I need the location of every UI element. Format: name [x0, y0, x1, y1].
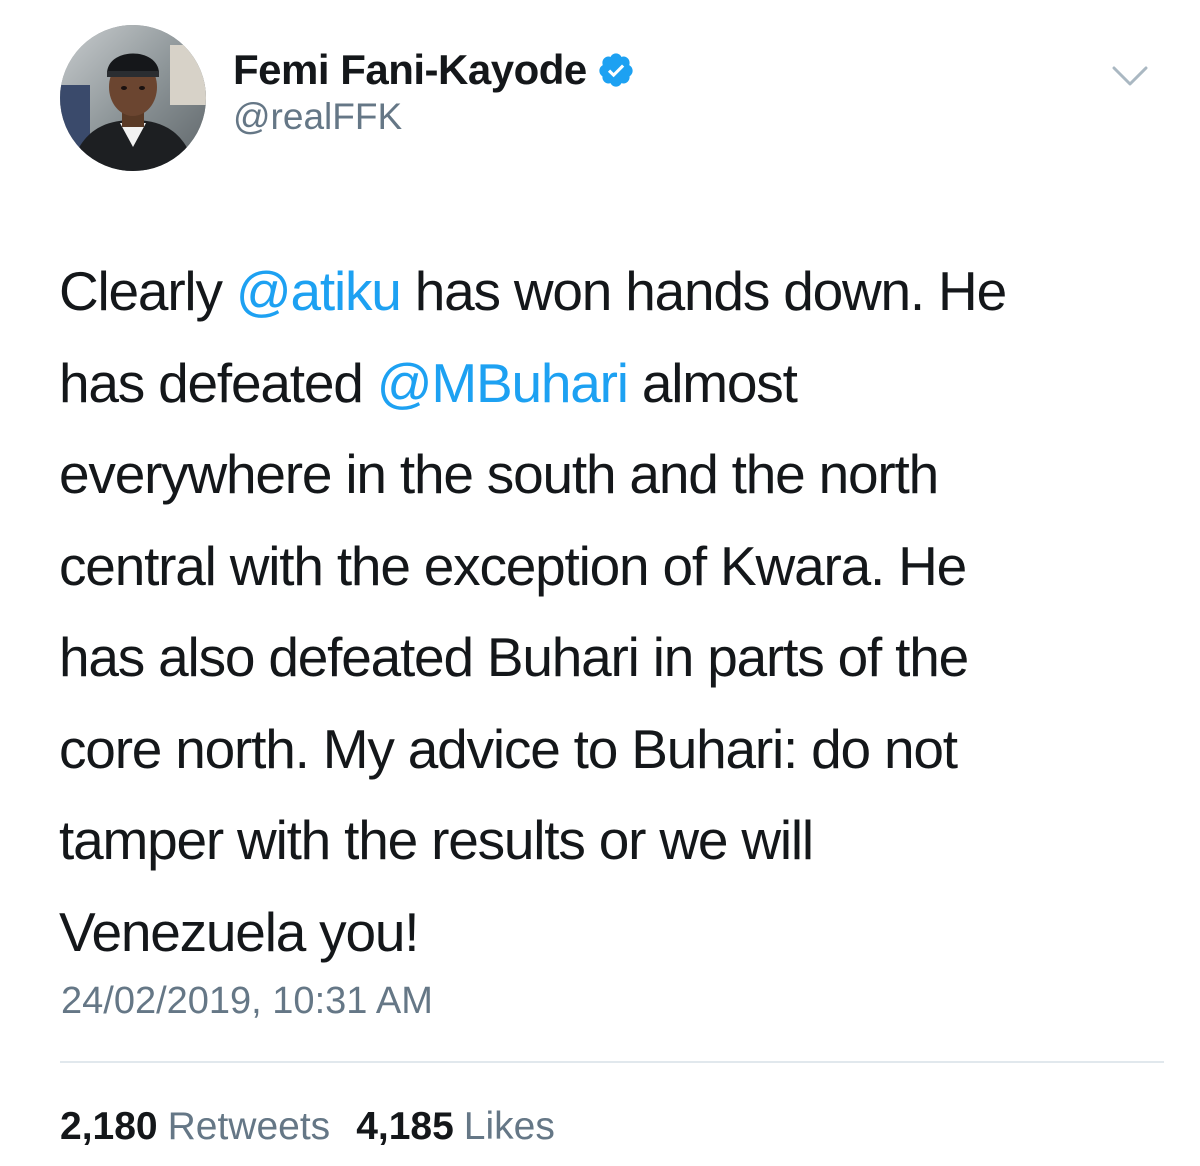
mention-link-mbuhari[interactable]: @MBuhari	[377, 352, 629, 414]
tweet-text-line: core north. My advice to Buhari: do not	[59, 717, 958, 780]
retweets-stat[interactable]: 2,180 Retweets	[60, 1105, 330, 1149]
author-name-row[interactable]: Femi Fani-Kayode	[233, 42, 635, 98]
tweet-text-line: Venezuela you!	[59, 900, 420, 963]
tweet-text: Clearly @atiku has won hands down. He ha…	[59, 246, 1149, 978]
retweets-count: 2,180	[60, 1105, 158, 1148]
tweet-text-line: tamper with the results or we will	[59, 809, 814, 871]
tweet-text-fragment: Clearly	[59, 260, 236, 322]
avatar[interactable]	[60, 25, 206, 171]
retweets-label: Retweets	[167, 1105, 331, 1148]
tweet-text-fragment: has defeated	[59, 351, 377, 414]
likes-count: 4,185	[356, 1105, 454, 1148]
tweet-stats: 2,180 Retweets 4,185 Likes	[60, 1105, 555, 1149]
profile-photo	[60, 25, 206, 171]
tweet-text-line: has also defeated Buhari in parts of the	[59, 626, 969, 688]
mention-link-atiku[interactable]: @atiku	[236, 260, 402, 322]
chevron-down-icon[interactable]	[1108, 60, 1152, 90]
tweet-text-line: Clearly @atiku has won hands down. He	[59, 246, 1149, 338]
tweet-text-line: central with the exception of Kwara. He	[59, 534, 967, 597]
divider	[60, 1061, 1164, 1063]
author-display-name[interactable]: Femi Fani-Kayode	[233, 46, 587, 94]
likes-label: Likes	[463, 1105, 555, 1148]
tweet-text-line: has defeated @MBuhari almost	[59, 338, 1149, 430]
tweet-text-fragment: almost	[627, 351, 798, 414]
tweet-text-fragment: has won hands down. He	[400, 260, 1007, 322]
author-handle[interactable]: @realFFK	[233, 96, 402, 138]
tweet-text-line: everywhere in the south and the north	[59, 443, 939, 505]
tweet-timestamp[interactable]: 24/02/2019, 10:31 AM	[61, 980, 433, 1023]
verified-badge-icon	[597, 51, 635, 89]
likes-stat[interactable]: 4,185 Likes	[356, 1105, 555, 1149]
